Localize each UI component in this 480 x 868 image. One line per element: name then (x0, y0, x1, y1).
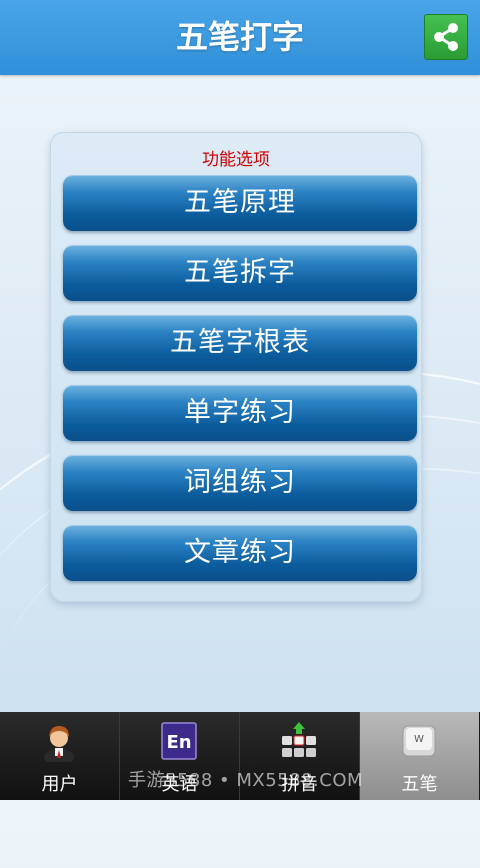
tab-english[interactable]: En 英语 (120, 712, 240, 800)
user-avatar-icon (44, 726, 74, 762)
menu-button-article-practice[interactable]: 文章练习 (63, 525, 417, 581)
page-title: 五笔打字 (175, 18, 304, 56)
menu-button-root-table[interactable]: 五笔字根表 (63, 315, 417, 371)
function-options-panel: 功能选项 五笔原理 五笔拆字 五笔字根表 单字练习 词组练习 文章练习 (50, 132, 422, 602)
menu-button-wubi-split[interactable]: 五笔拆字 (63, 245, 417, 301)
keyboard-icon (282, 722, 316, 757)
share-icon (434, 23, 458, 51)
tab-label: 用户 (41, 774, 78, 795)
tab-user[interactable]: 用户 (0, 712, 120, 800)
tab-label: 五笔 (401, 774, 438, 795)
w-key-icon: W (402, 725, 436, 757)
share-button[interactable] (424, 14, 468, 60)
menu-button-phrase-practice[interactable]: 词组练习 (63, 455, 417, 511)
en-book-icon: En (161, 722, 197, 760)
menu-button-wubi-principle[interactable]: 五笔原理 (63, 175, 417, 231)
menu-button-single-char-practice[interactable]: 单字练习 (63, 385, 417, 441)
panel-title: 功能选项 (202, 150, 270, 170)
tab-wubi[interactable]: W 五笔 (360, 712, 479, 800)
svg-text:En: En (166, 732, 191, 753)
bottom-tab-bar: 用户 En 英语 拼音 W 五笔 (0, 712, 480, 800)
tab-label: 英语 (161, 774, 198, 795)
tab-label: 拼音 (281, 774, 318, 795)
title-bar: 五笔打字 (0, 0, 480, 75)
tab-pinyin[interactable]: 拼音 (240, 712, 360, 800)
svg-text:W: W (414, 734, 424, 745)
